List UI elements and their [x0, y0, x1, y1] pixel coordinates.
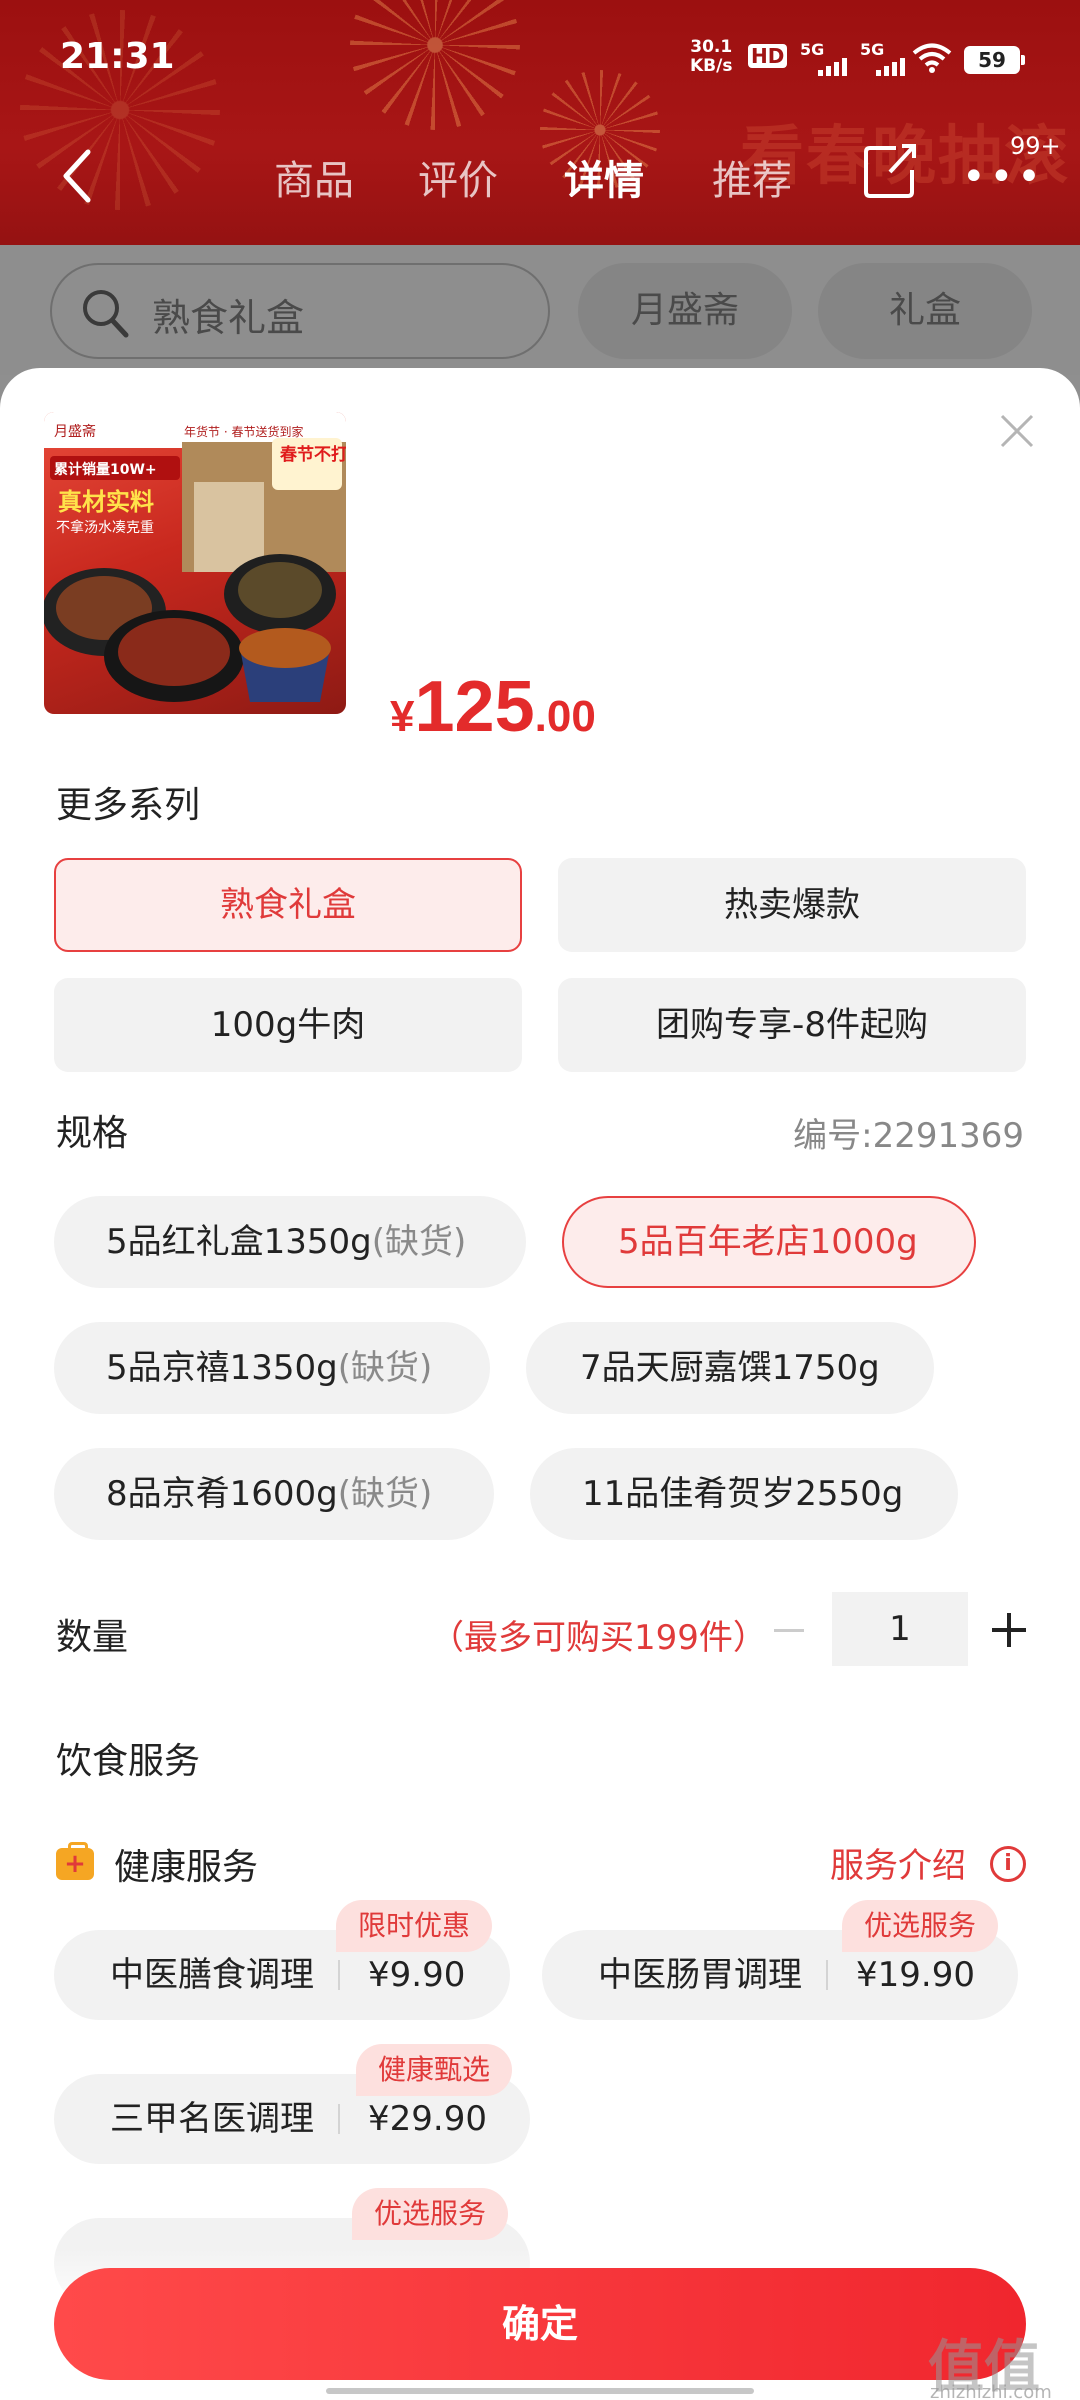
service-intro-link[interactable]: 服务介绍 — [830, 1838, 966, 1887]
home-indicator[interactable] — [326, 2388, 754, 2394]
image-festival-text: 年货节 · 春节送货到家 — [184, 424, 303, 439]
close-icon[interactable] — [994, 408, 1040, 454]
service-name: 中医膳食调理 — [110, 1955, 314, 1995]
signal-icon — [876, 58, 905, 76]
net-speed-unit: KB/s — [690, 56, 733, 76]
product-code: 编号:2291369 — [793, 1116, 1024, 1156]
nav-bar: 商品 评价 详情 推荐 ••• 99+ — [0, 130, 1080, 230]
service-tag: 健康甄选 — [356, 2044, 513, 2096]
service-tag: 限时优惠 — [336, 1900, 493, 1952]
image-corner-text: 春节不打烊 — [280, 444, 346, 465]
quantity-title: 数量 — [56, 1617, 129, 1658]
search-input[interactable]: 熟食礼盒 — [50, 263, 550, 359]
image-headline-text: 真材实料 — [58, 488, 154, 516]
watermark-url: zhizhizhi.com — [930, 2382, 1052, 2400]
search-strip: 熟食礼盒 月盛斋 礼盒 — [0, 245, 1080, 375]
spec-option-selected[interactable]: 5品百年老店1000g — [562, 1196, 976, 1288]
service-tag: 优选服务 — [842, 1900, 999, 1952]
wifi-icon — [912, 43, 952, 73]
tab-recommend[interactable]: 推荐 — [712, 148, 792, 206]
tab-details[interactable]: 详情 — [564, 148, 644, 206]
spec-option[interactable]: 7品天厨嘉馔1750g — [526, 1322, 934, 1414]
tab-products[interactable]: 商品 — [274, 148, 354, 206]
search-chip[interactable]: 礼盒 — [818, 263, 1032, 359]
image-brand-text: 月盛斋 — [54, 423, 96, 440]
minus-icon[interactable] — [774, 1629, 804, 1632]
search-icon — [83, 290, 129, 338]
price: ¥125.00 — [390, 666, 596, 748]
signal-icon — [818, 58, 847, 76]
divider — [338, 2104, 340, 2134]
service-name: 中医肠胃调理 — [598, 1955, 802, 1995]
spec-option[interactable]: 11品佳肴贺岁2550g — [530, 1448, 958, 1540]
more-badge: 99+ — [1010, 132, 1061, 160]
back-arrow-icon[interactable] — [58, 146, 98, 206]
net-speed: 30.1 KB/s — [690, 38, 732, 76]
out-of-stock-note: (缺货) — [371, 1222, 467, 1262]
price-symbol: ¥ — [390, 692, 415, 741]
first-aid-kit-icon — [56, 1842, 94, 1880]
out-of-stock-note: (缺货) — [337, 1474, 433, 1514]
spec-option-label: 5品百年老店1000g — [618, 1222, 918, 1262]
tab-reviews[interactable]: 评价 — [418, 148, 498, 206]
spec-title: 规格 — [56, 1113, 129, 1154]
out-of-stock-note: (缺货) — [337, 1348, 433, 1388]
more-menu-icon[interactable]: ••• — [962, 157, 1045, 197]
series-option[interactable]: 热卖爆款 — [558, 858, 1026, 952]
spec-option-label: 8品京肴1600g — [106, 1474, 338, 1514]
sku-selector-sheet: 月盛斋 年货节 · 春节送货到家 春节不打烊 累计销量10W+ 真材实料 不拿汤… — [0, 368, 1080, 2400]
price-integer: 125 — [414, 667, 535, 747]
status-bar: 21:31 30.1 KB/s HD 5G 5G 59 — [0, 0, 1080, 120]
diet-service-title: 饮食服务 — [56, 1741, 201, 1782]
search-query: 熟食礼盒 — [152, 296, 305, 340]
service-tag: 优选服务 — [352, 2188, 509, 2240]
divider — [338, 1960, 340, 1990]
share-icon[interactable] — [862, 140, 918, 200]
spec-option-label: 11品佳肴贺岁2550g — [582, 1474, 904, 1514]
spec-option[interactable]: 5品红礼盒1350g(缺货) — [54, 1196, 526, 1288]
health-service-title: 健康服务 — [114, 1847, 259, 1888]
quantity-input[interactable]: 1 — [832, 1592, 968, 1666]
series-title: 更多系列 — [56, 785, 201, 826]
spec-option-label: 5品红礼盒1350g — [106, 1222, 372, 1262]
spec-option-label: 7品天厨嘉馔1750g — [580, 1348, 880, 1388]
battery-icon: 59 — [964, 46, 1025, 74]
divider — [826, 1960, 828, 1990]
image-sales-text: 累计销量10W+ — [54, 461, 157, 478]
spec-option[interactable]: 8品京肴1600g(缺货) — [54, 1448, 494, 1540]
spec-option-label: 5品京禧1350g — [106, 1348, 338, 1388]
sim1-label: 5G — [800, 40, 825, 59]
quantity-limit-note: （最多可购买199件） — [430, 1618, 767, 1658]
series-option[interactable]: 熟食礼盒 — [54, 858, 522, 952]
service-name: 三甲名医调理 — [110, 2099, 314, 2139]
info-icon[interactable]: i — [990, 1846, 1026, 1882]
top-header: 看春晚抽滚 21:31 30.1 KB/s HD 5G 5G 59 商品 评价 … — [0, 0, 1080, 245]
net-speed-value: 30.1 — [690, 37, 733, 57]
status-time: 21:31 — [60, 36, 175, 77]
plus-icon[interactable] — [992, 1613, 1026, 1647]
spec-option[interactable]: 5品京禧1350g(缺货) — [54, 1322, 490, 1414]
search-chip[interactable]: 月盛斋 — [578, 263, 792, 359]
image-subline-text: 不拿汤水凑克重 — [56, 519, 154, 536]
product-image-art: 月盛斋 年货节 · 春节送货到家 春节不打烊 累计销量10W+ 真材实料 不拿汤… — [44, 412, 346, 702]
confirm-button[interactable]: 确定 — [54, 2268, 1026, 2380]
product-image[interactable]: 月盛斋 年货节 · 春节送货到家 春节不打烊 累计销量10W+ 真材实料 不拿汤… — [44, 412, 346, 714]
price-decimal: .00 — [534, 692, 596, 741]
series-option[interactable]: 100g牛肉 — [54, 978, 522, 1072]
sim2-label: 5G — [860, 40, 885, 59]
series-option[interactable]: 团购专享-8件起购 — [558, 978, 1026, 1072]
hd-icon: HD — [748, 44, 788, 68]
